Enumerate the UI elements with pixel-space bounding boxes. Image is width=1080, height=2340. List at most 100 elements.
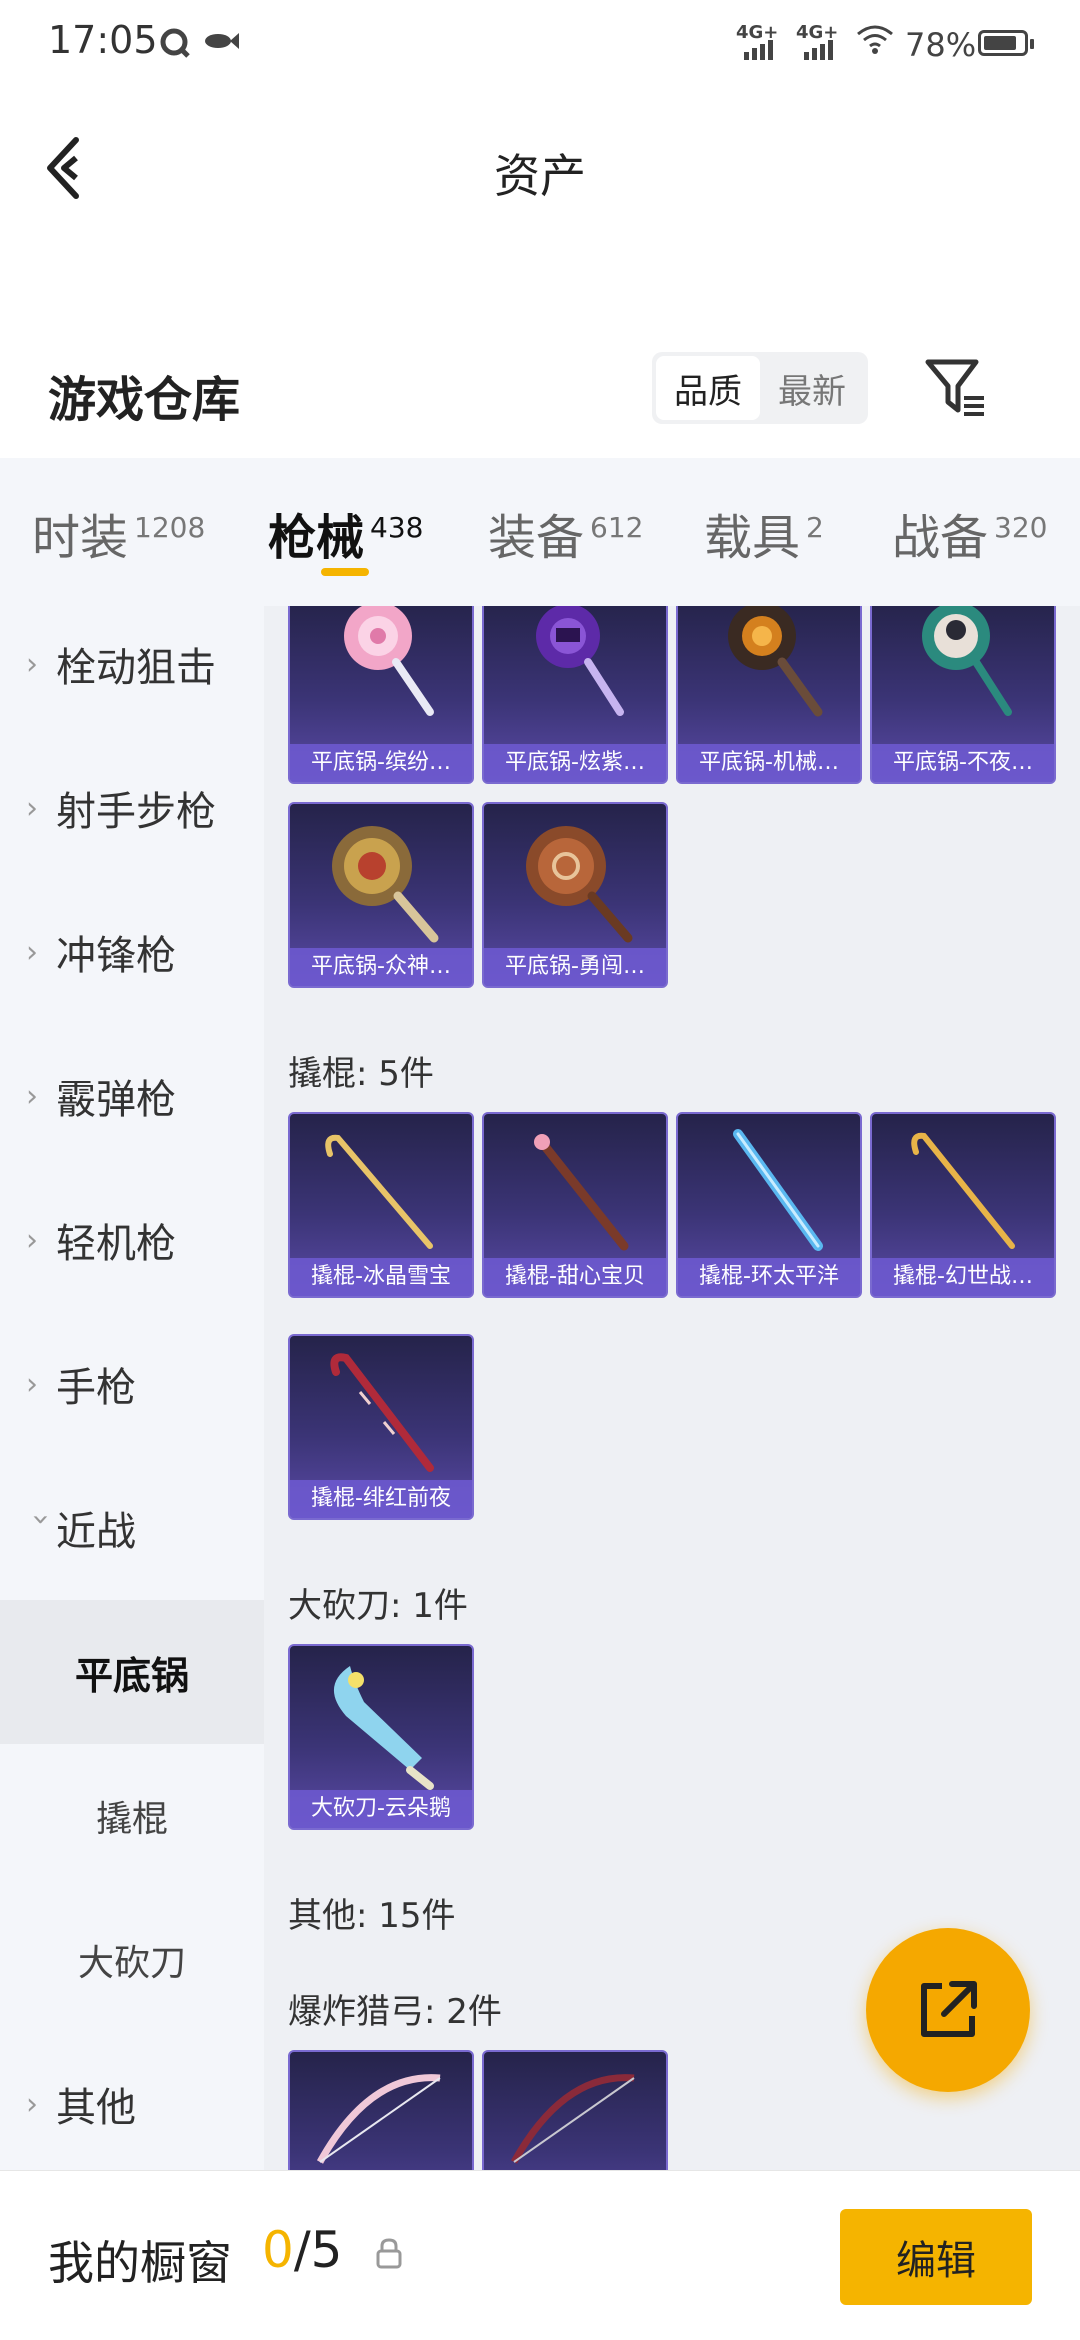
section-title: 游戏仓库 <box>48 372 241 428</box>
sidebar-item-lmg[interactable]: › 轻机枪 <box>0 1168 264 1312</box>
crowbar-fantasy-icon <box>911 1132 1015 1249</box>
item-card[interactable]: 撬棍-绯红前夜 <box>288 1334 474 1520</box>
chevron-right-icon: › <box>26 1222 38 1258</box>
item-card[interactable]: 平底锅-炫紫… <box>482 606 668 784</box>
sidebar-item-pistol[interactable]: › 手枪 <box>0 1312 264 1456</box>
status-time: 17:05 <box>48 18 158 62</box>
item-card[interactable]: 平底锅-勇闯… <box>482 802 668 988</box>
item-card[interactable]: 平底锅-众神… <box>288 802 474 988</box>
sidebar-subitem-machete[interactable]: 大砍刀 <box>0 1888 264 2032</box>
pan-character-icon <box>922 606 1012 716</box>
lock-icon <box>376 2238 402 2269</box>
item-card[interactable]: 撬棍-环太平洋 <box>676 1112 862 1298</box>
sidebar: › 栓动狙击 › 射手步枪 › 冲锋枪 › 霰弹枪 › 轻机枪 › 手枪 › 近战 平底锅 撬… <box>0 606 264 2170</box>
notification-fish-icon <box>200 26 240 64</box>
sort-newest-option[interactable]: 最新 <box>760 356 864 420</box>
status-bar: 17:05 4G+ 4G+ 78% <box>0 0 1080 90</box>
sidebar-item-smg[interactable]: › 冲锋枪 <box>0 880 264 1024</box>
crowbar-sweet-icon <box>534 1134 629 1251</box>
sidebar-item-label: 手枪 <box>56 1365 136 1411</box>
pan-mechanical-icon <box>728 606 823 717</box>
tab-label: 枪械 <box>268 510 365 566</box>
item-name: 平底锅-众神… <box>290 948 472 986</box>
item-name: 撬棍-冰晶雪宝 <box>290 1258 472 1296</box>
item-card[interactable]: 平底锅-机械… <box>676 606 862 784</box>
chevron-right-icon: › <box>26 934 38 970</box>
crowbar-crimson-icon <box>330 1353 434 1472</box>
item-card[interactable]: 撬棍-冰晶雪宝 <box>288 1112 474 1298</box>
item-name: 平底锅-勇闯… <box>484 948 666 986</box>
tab-label: 装备 <box>488 510 585 566</box>
chevron-right-icon: › <box>26 790 38 826</box>
chevron-right-icon: › <box>26 1078 38 1114</box>
pan-gods-icon <box>332 826 439 943</box>
group-header-other: 其他: 15件 <box>288 1896 456 1936</box>
tab-count: 1208 <box>134 511 206 544</box>
crowbar-pacific-icon <box>733 1129 823 1251</box>
sidebar-item-label: 栓动狙击 <box>56 645 216 691</box>
crossbow-dark-icon <box>510 2074 635 2164</box>
showcase-bar: 我的橱窗 0/5 编辑 <box>0 2170 1080 2340</box>
chevron-right-icon: › <box>26 1366 38 1402</box>
category-tabs: 时装 1208 枪械 438 装备 612 载具 2 战备 320 <box>0 458 1080 606</box>
sidebar-subitem-pan[interactable]: 平底锅 <box>0 1600 264 1744</box>
showcase-total: /5 <box>293 2221 343 2279</box>
sidebar-item-shotgun[interactable]: › 霰弹枪 <box>0 1024 264 1168</box>
sidebar-item-label: 其他 <box>56 2085 136 2131</box>
filter-button[interactable] <box>920 352 990 422</box>
sidebar-item-melee[interactable]: › 近战 <box>0 1456 264 1600</box>
item-name: 平底锅-缤纷… <box>290 744 472 782</box>
sidebar-item-label: 轻机枪 <box>56 1221 176 1267</box>
item-card[interactable] <box>482 2050 668 2170</box>
item-name: 平底锅-炫紫… <box>484 744 666 782</box>
sidebar-item-label: 霰弹枪 <box>56 1077 176 1123</box>
item-name: 撬棍-幻世战… <box>872 1258 1054 1296</box>
tab-count: 320 <box>994 511 1048 544</box>
sidebar-subitem-crowbar[interactable]: 撬棍 <box>0 1744 264 1888</box>
sidebar-item-bolt-sniper[interactable]: › 栓动狙击 <box>0 606 264 736</box>
battery-percent: 78% <box>905 26 977 64</box>
signal-icon-2 <box>804 40 833 60</box>
tab-label: 时装 <box>32 510 129 566</box>
sidebar-item-label: 大砍刀 <box>77 1943 186 1984</box>
item-card[interactable]: 撬棍-甜心宝贝 <box>482 1112 668 1298</box>
pan-adventure-icon <box>526 826 633 943</box>
sort-toggle: 品质 最新 <box>652 352 868 424</box>
sidebar-item-label: 平底锅 <box>74 1653 189 1698</box>
pan-purple-icon <box>536 606 624 716</box>
signal-icon <box>744 40 773 60</box>
showcase-count: 0/5 <box>262 2221 342 2279</box>
tab-count: 612 <box>590 511 644 544</box>
tab-equipment[interactable]: 装备 612 <box>488 498 643 568</box>
group-header-machete: 大砍刀: 1件 <box>288 1586 468 1626</box>
tab-label: 载具 <box>704 510 801 566</box>
share-button[interactable] <box>866 1928 1030 2092</box>
external-link-icon <box>921 1981 977 2037</box>
tab-fashion[interactable]: 时装 1208 <box>32 498 205 568</box>
crowbar-ice-icon <box>325 1134 433 1249</box>
item-name: 大砍刀-云朵鹅 <box>290 1790 472 1828</box>
sidebar-item-other[interactable]: › 其他 <box>0 2032 264 2170</box>
sidebar-item-dmr[interactable]: › 射手步枪 <box>0 736 264 880</box>
item-card[interactable]: 大砍刀-云朵鹅 <box>288 1644 474 1830</box>
tab-count: 438 <box>370 511 424 544</box>
item-card[interactable] <box>288 2050 474 2170</box>
showcase-title: 我的橱窗 <box>48 2236 232 2290</box>
item-card[interactable]: 平底锅-不夜… <box>870 606 1056 784</box>
tab-supplies[interactable]: 战备 320 <box>892 498 1047 568</box>
tab-weapons[interactable]: 枪械 438 <box>268 498 423 568</box>
showcase-current: 0 <box>262 2221 294 2279</box>
group-header-crowbar: 撬棍: 5件 <box>288 1054 434 1094</box>
page-title: 资产 <box>494 149 586 203</box>
sort-quality-option[interactable]: 品质 <box>656 356 760 420</box>
pan-lollipop-icon <box>344 606 434 716</box>
item-card[interactable]: 撬棍-幻世战… <box>870 1112 1056 1298</box>
chevron-right-icon: › <box>26 646 38 682</box>
item-card[interactable]: 平底锅-缤纷… <box>288 606 474 784</box>
tab-count: 2 <box>806 511 824 544</box>
item-name: 撬棍-绯红前夜 <box>290 1480 472 1518</box>
notification-q-icon <box>158 26 192 68</box>
tab-vehicles[interactable]: 载具 2 <box>704 498 824 568</box>
edit-button[interactable]: 编辑 <box>840 2209 1032 2305</box>
tab-label: 战备 <box>892 510 989 566</box>
